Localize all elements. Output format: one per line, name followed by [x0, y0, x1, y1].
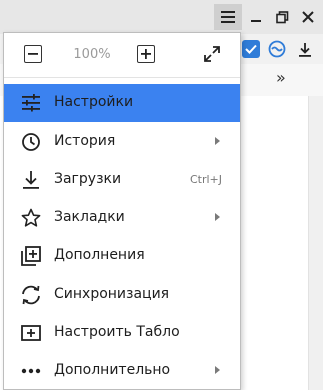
downloads-toolbar-button[interactable]: [294, 38, 316, 60]
add-tile-icon: [20, 322, 42, 344]
menu-separator: [4, 77, 240, 78]
menu-item-label: Настроить Табло: [54, 324, 180, 340]
menu-item-label: Закладки: [54, 209, 125, 225]
sync-icon: [20, 284, 42, 306]
extension-check-button[interactable]: [242, 40, 260, 58]
menu-item-settings[interactable]: Настройки: [4, 84, 240, 122]
main-menu-button[interactable]: [214, 4, 242, 30]
clock-icon: [20, 131, 42, 153]
restore-button[interactable]: [268, 4, 296, 30]
zoom-in-button[interactable]: [137, 45, 155, 63]
download-icon: [299, 42, 311, 57]
star-icon: [20, 207, 42, 229]
zoom-out-button[interactable]: [24, 45, 42, 63]
menu-item-label: История: [54, 133, 116, 149]
plus-icon: [141, 49, 151, 59]
more-dots-icon: [20, 360, 42, 382]
zoom-controls: 100%: [4, 33, 240, 77]
menu-item-label: Дополнительно: [54, 362, 171, 378]
extensions-icon: [20, 245, 42, 267]
zoom-level: 100%: [73, 47, 111, 62]
menu-item-label: Синхронизация: [54, 286, 170, 302]
submenu-arrow-icon: [215, 213, 220, 221]
settings-sliders-icon: [20, 92, 42, 114]
menu-item-customize-tableau[interactable]: Настроить Табло: [4, 314, 240, 352]
browser-main-menu: 100% Настройки История Загрузки Ctrl+J З…: [3, 32, 241, 390]
menu-item-label: Загрузки: [54, 171, 122, 187]
close-icon: [302, 11, 314, 23]
download-icon: [20, 169, 42, 191]
menu-item-history[interactable]: История: [4, 123, 240, 161]
menu-item-extensions[interactable]: Дополнения: [4, 237, 240, 275]
submenu-arrow-icon: [215, 366, 220, 374]
menu-item-label: Дополнения: [54, 247, 145, 263]
menu-item-downloads[interactable]: Загрузки Ctrl+J: [4, 161, 240, 199]
bookmarks-overflow-chevron[interactable]: »: [276, 68, 286, 87]
checkmark-icon: [245, 44, 257, 54]
menu-item-more[interactable]: Дополнительно: [4, 352, 240, 390]
minimize-icon: [251, 20, 261, 22]
fullscreen-button[interactable]: [202, 44, 222, 64]
shortcut-hint: Ctrl+J: [189, 173, 222, 186]
minimize-button[interactable]: [242, 4, 270, 30]
submenu-arrow-icon: [215, 137, 220, 145]
expand-diagonal-icon: [204, 46, 220, 62]
sync-wave-icon: [268, 40, 286, 58]
menu-item-sync[interactable]: Синхронизация: [4, 276, 240, 314]
minus-icon: [28, 53, 38, 55]
scrollbar[interactable]: [308, 96, 323, 390]
menu-item-label: Настройки: [54, 94, 134, 110]
menu-item-bookmarks[interactable]: Закладки: [4, 199, 240, 237]
restore-icon: [275, 10, 288, 23]
sync-status-button[interactable]: [266, 38, 288, 60]
hamburger-icon: [221, 11, 235, 23]
close-button[interactable]: [294, 4, 322, 30]
